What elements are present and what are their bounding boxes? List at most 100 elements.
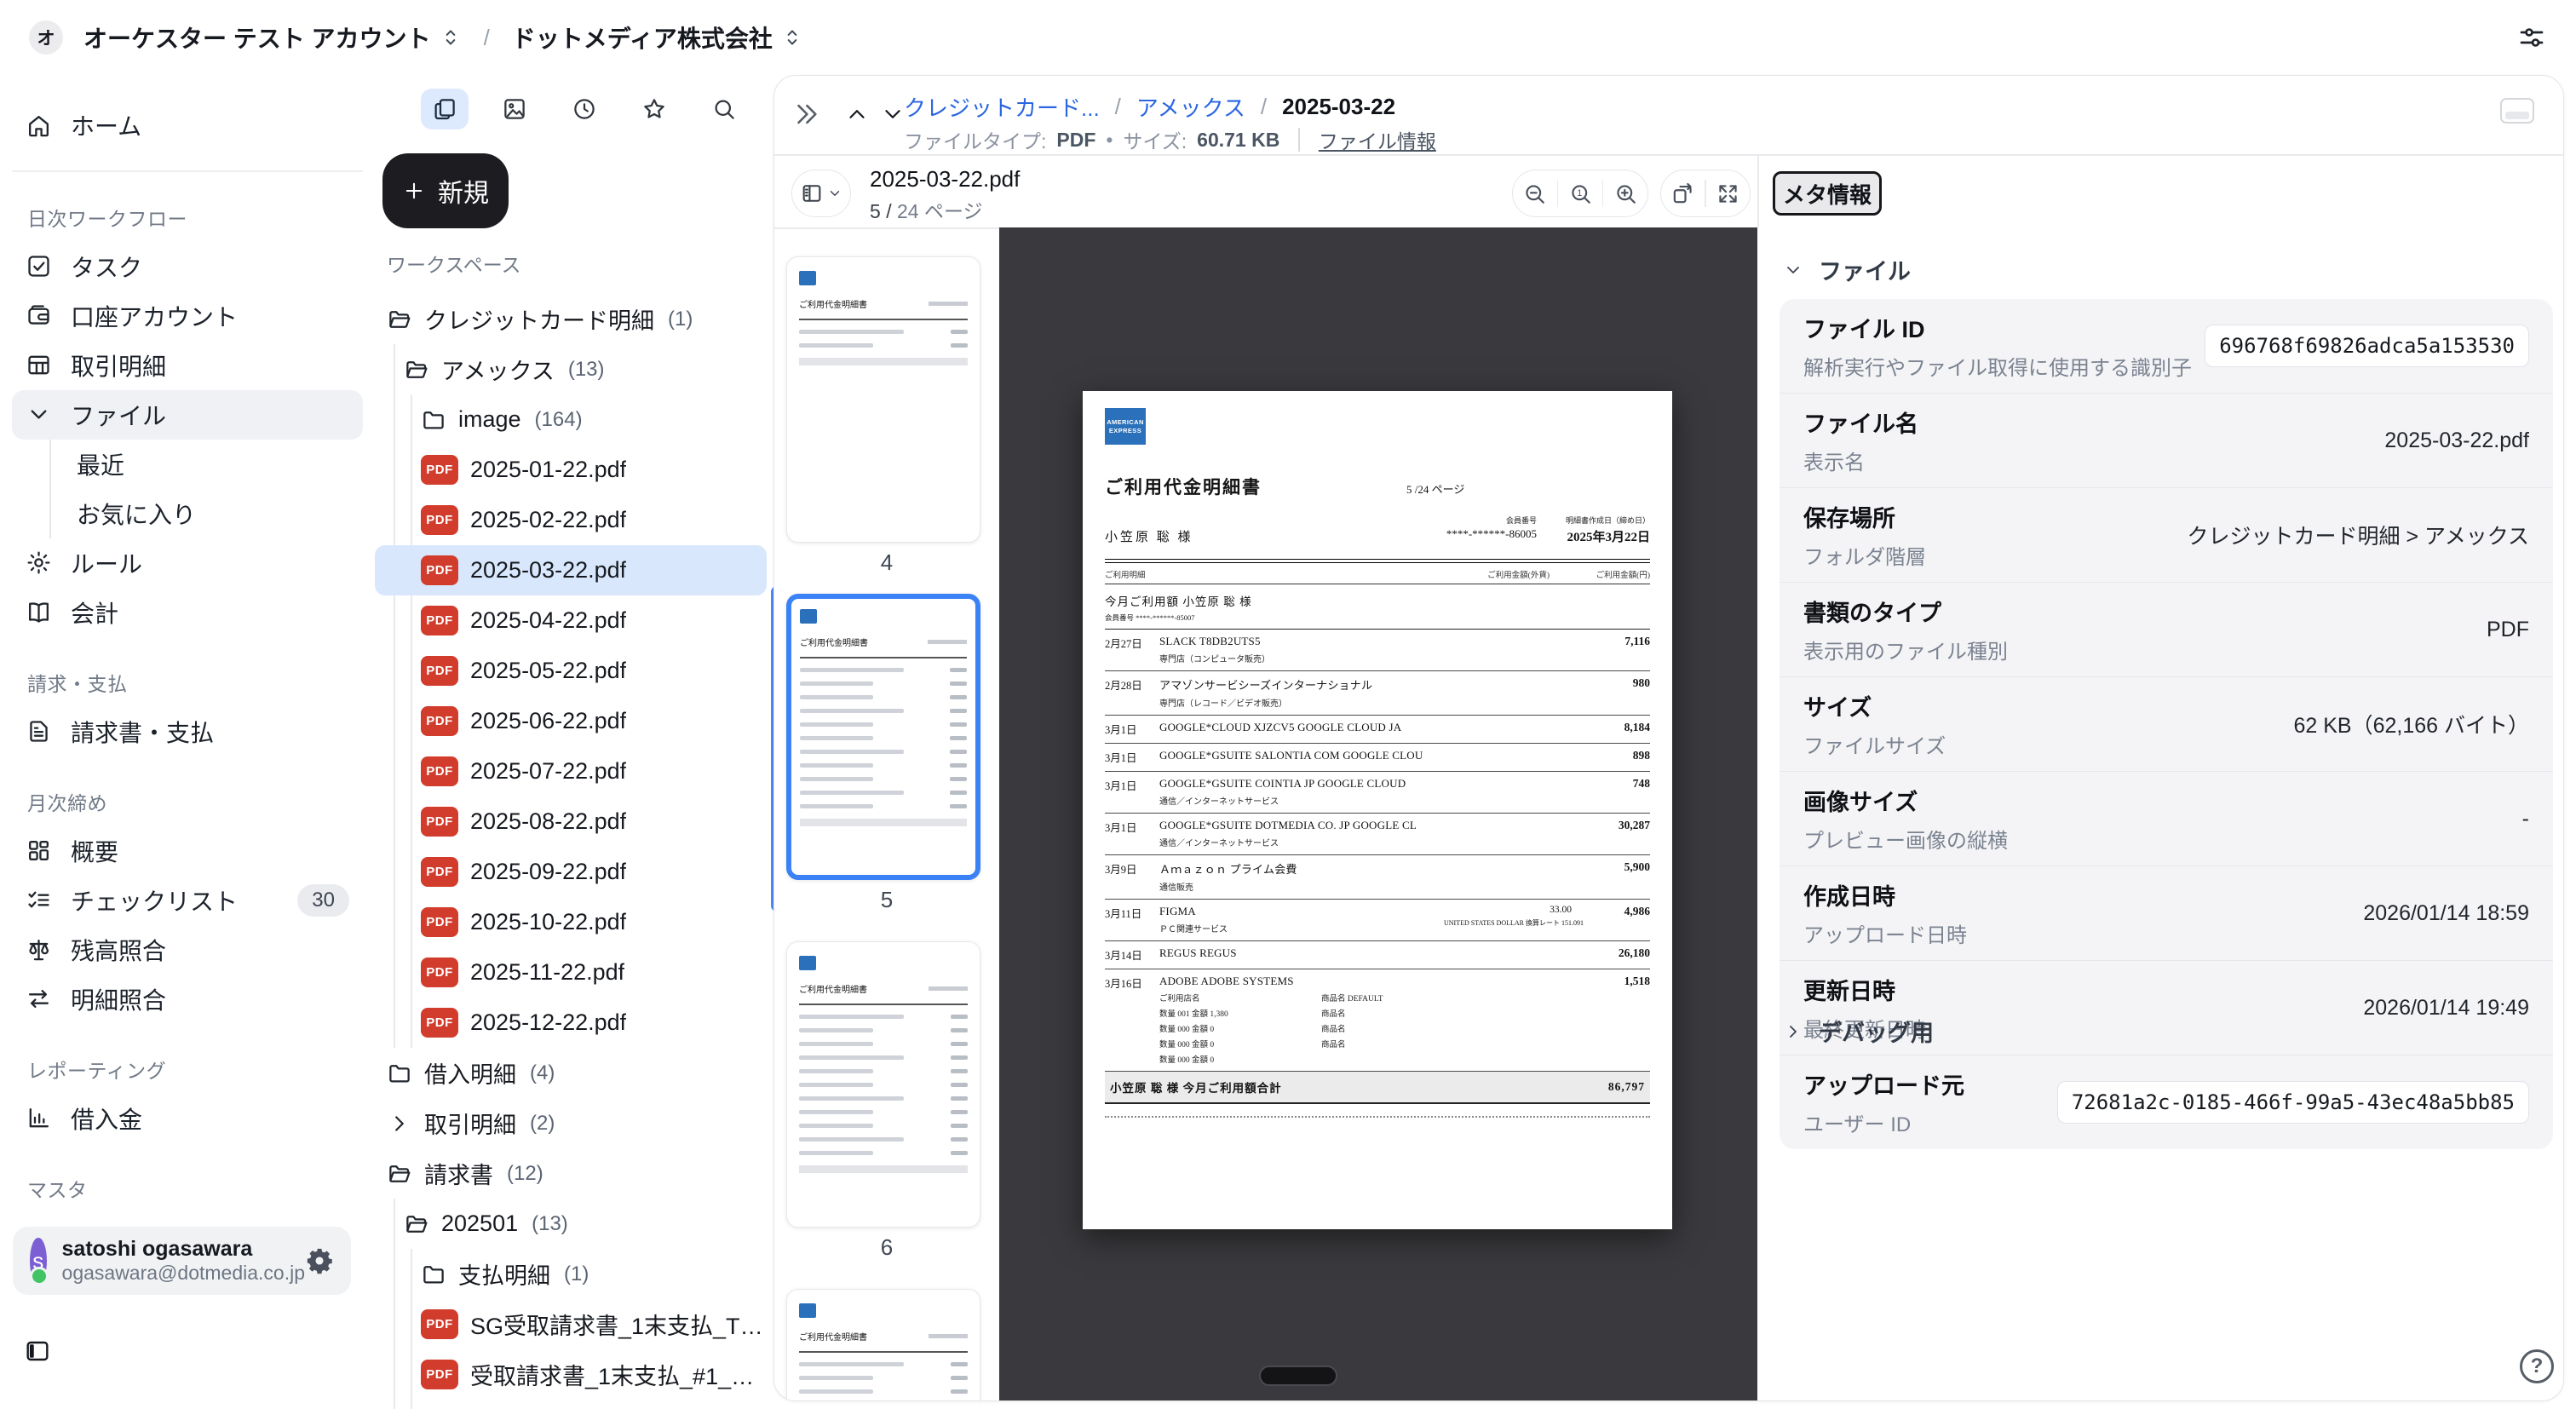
sidebar-item-最近[interactable]: 最近	[12, 440, 363, 489]
settings-sliders-icon[interactable]	[2516, 22, 2547, 53]
search-icon[interactable]	[700, 89, 748, 129]
tree-folder[interactable]: 請求書(12)	[375, 1148, 767, 1199]
chart-icon	[26, 1105, 52, 1131]
sidebar-item-チェックリスト[interactable]: チェックリスト30	[12, 876, 363, 925]
metadata-section-file[interactable]: ファイル	[1783, 253, 1911, 286]
tree-folder[interactable]: クレジットカード明細(1)	[375, 294, 767, 344]
company-selector-icon[interactable]	[781, 26, 803, 49]
tree-item-label: 2025-07-22.pdf	[470, 758, 626, 785]
page-thumbnail-4[interactable]: ご利用代金明細書	[786, 256, 980, 543]
workspace-name[interactable]: オーケスター テスト アカウント	[83, 20, 431, 55]
recent-clock-icon[interactable]	[561, 89, 608, 129]
meta-info-button[interactable]: メタ情報	[1773, 171, 1882, 216]
sidebar-item-会計[interactable]: 会計	[12, 588, 363, 637]
tree-file[interactable]: PDF2025-06-22.pdf	[375, 696, 767, 746]
sidebar-item-残高照合[interactable]: 残高照合	[12, 925, 363, 975]
tree-file[interactable]: PDF2025-10-22.pdf	[375, 897, 767, 947]
workspace-avatar[interactable]: オ	[29, 20, 63, 55]
tree-file[interactable]: PDF2025-01-22.pdf	[375, 445, 767, 495]
sidebar-item-借入金[interactable]: 借入金	[12, 1094, 363, 1143]
zoom-out-button[interactable]	[1513, 170, 1557, 216]
pdf-page: AMERICANEXPRESS ご利用代金明細書 5 /24 ページ 小笠原 聡…	[1083, 391, 1672, 1229]
tree-folder[interactable]: 取引明細(2)	[375, 1098, 767, 1148]
statement-date: 2月27日	[1105, 635, 1159, 651]
tree-file[interactable]: PDF受取請求書_1末支払_#2_弁...	[375, 1400, 767, 1409]
breadcrumb-subfolder[interactable]: アメックス	[1136, 91, 1245, 123]
breadcrumb-folder[interactable]: クレジットカード...	[904, 91, 1100, 123]
documents-view-icon[interactable]	[421, 89, 469, 129]
metadata-section-debug[interactable]: デバッグ用	[1783, 1015, 1934, 1048]
tree-folder[interactable]: 202501(13)	[375, 1199, 767, 1249]
page-total: 24	[897, 200, 919, 222]
tree-file[interactable]: PDF受取請求書_1末支払_#1_遅...	[375, 1349, 767, 1400]
sidebar-item-概要[interactable]: 概要	[12, 826, 363, 876]
new-button[interactable]: 新規	[382, 153, 509, 228]
zoom-reset-button[interactable]: 1	[1558, 170, 1602, 216]
sidebar-item-お気に入り[interactable]: お気に入り	[12, 489, 363, 538]
tree-file[interactable]: PDF2025-04-22.pdf	[375, 595, 767, 646]
company-name[interactable]: ドットメディア株式会社	[512, 20, 773, 55]
tree-folder[interactable]: アメックス(13)	[375, 344, 767, 394]
sidebar-item-明細照合[interactable]: 明細照合	[12, 975, 363, 1024]
mini-preview-icon[interactable]	[2500, 98, 2534, 124]
panel-left-icon	[23, 1337, 52, 1365]
tree-item-label: クレジットカード明細	[424, 302, 654, 336]
statement-dotted-rule	[1105, 1116, 1650, 1118]
tree-item-label: 受取請求書_1末支払_#1_遅...	[470, 1358, 767, 1391]
statement-note: 通信／インターネットサービス	[1159, 794, 1444, 807]
tree-file[interactable]: PDF2025-05-22.pdf	[375, 646, 767, 696]
image-view-icon[interactable]	[491, 89, 538, 129]
tree-file[interactable]: PDFSG受取請求書_1末支払_TN C...	[375, 1299, 767, 1349]
folder-open-icon	[387, 307, 412, 332]
prev-file-button[interactable]	[844, 101, 870, 127]
next-file-button[interactable]	[880, 101, 906, 127]
tree-folder[interactable]: 支払明細(1)	[375, 1249, 767, 1299]
collapse-double-chevron-icon[interactable]	[791, 100, 820, 129]
help-button[interactable]: ?	[2520, 1349, 2554, 1383]
tree-file[interactable]: PDF2025-07-22.pdf	[375, 746, 767, 797]
tree-file[interactable]: PDF2025-03-22.pdf	[375, 545, 767, 595]
sidebar-item-ルール[interactable]: ルール	[12, 538, 363, 588]
sidebar-item-口座アカウント[interactable]: 口座アカウント	[12, 291, 363, 341]
nav-section-label: 日次ワークフロー	[27, 203, 375, 232]
meta-sublabel: 解析実行やファイル取得に使用する識別子	[1803, 351, 2192, 381]
statement-amount: 7,116	[1572, 635, 1650, 648]
tree-file[interactable]: PDF2025-02-22.pdf	[375, 495, 767, 545]
sidebar-item-タスク[interactable]: タスク	[12, 242, 363, 291]
favorites-star-icon[interactable]	[630, 89, 678, 129]
fullscreen-button[interactable]	[1706, 170, 1750, 216]
sidebar-collapse-button[interactable]	[23, 1337, 52, 1365]
statement-section-member: 会員番号 ****-******-85007	[1105, 612, 1650, 623]
tree-file[interactable]: PDF2025-11-22.pdf	[375, 947, 767, 998]
sidebar-item-ファイル[interactable]: ファイル	[12, 390, 363, 440]
page-thumbnail-5[interactable]: ご利用代金明細書	[786, 594, 980, 880]
tree-folder[interactable]: image(164)	[375, 394, 767, 445]
meta-value: 2026/01/14 18:59	[2337, 901, 2529, 926]
sidebar-item-請求書・支払[interactable]: 請求書・支払	[12, 707, 363, 756]
page-thumbnail-6[interactable]: ご利用代金明細書	[786, 941, 980, 1228]
page-thumbnail-7[interactable]: ご利用代金明細書	[786, 1289, 980, 1401]
file-info-link[interactable]: ファイル情報	[1319, 125, 1436, 154]
page-layout-button[interactable]	[791, 170, 851, 217]
zoom-in-button[interactable]	[1603, 170, 1647, 216]
rotate-button[interactable]	[1661, 170, 1705, 216]
user-card[interactable]: s satoshi ogasawara ogasawara@dotmedia.c…	[13, 1227, 351, 1295]
tree-file[interactable]: PDF2025-09-22.pdf	[375, 847, 767, 897]
tree-item-label: 支払明細	[458, 1257, 550, 1291]
tree-file[interactable]: PDF2025-08-22.pdf	[375, 797, 767, 847]
sidebar-item-home[interactable]: ホーム	[12, 101, 363, 150]
folder-icon	[421, 407, 446, 433]
statement-detail-line: 数量 001 金額 1,380商品名	[1159, 1007, 1444, 1019]
statement-row: 3月1日GOOGLE*GSUITE COINTIA JP GOOGLE CLOU…	[1105, 772, 1650, 814]
meta-row-アップロード元: アップロード元ユーザー ID72681a2c-0185-466f-99a5-43…	[1780, 1055, 2553, 1149]
tree-folder[interactable]: 借入明細(4)	[375, 1048, 767, 1098]
workspace-selector-icon[interactable]	[440, 26, 462, 49]
fullscreen-icon	[1716, 181, 1740, 206]
meta-value[interactable]: 696768f69826adca5a153530	[2205, 325, 2529, 367]
tree-file[interactable]: PDF2025-12-22.pdf	[375, 998, 767, 1048]
statement-date: 3月11日	[1105, 905, 1159, 921]
drag-handle[interactable]	[1259, 1366, 1337, 1386]
meta-value[interactable]: 72681a2c-0185-466f-99a5-43ec48a5bb85	[2057, 1081, 2529, 1124]
sidebar-item-取引明細[interactable]: 取引明細	[12, 341, 363, 390]
user-settings-gear-icon[interactable]	[305, 1246, 334, 1275]
